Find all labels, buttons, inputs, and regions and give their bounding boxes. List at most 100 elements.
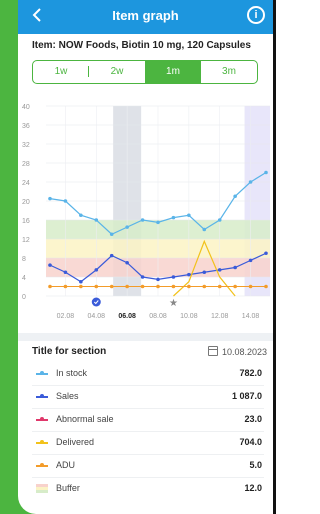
series-point [79, 284, 83, 289]
period-tabs: 1w 2w 1m 3m [32, 60, 258, 84]
y-tick-label: 4 [22, 275, 26, 282]
row-divider [32, 477, 264, 478]
legend-value: 704.0 [239, 437, 262, 447]
series-point [171, 215, 176, 220]
legend-dot [40, 394, 44, 398]
row-divider [32, 431, 264, 432]
y-tick-label: 12 [22, 237, 30, 244]
star-marker: ★ [169, 298, 178, 309]
series-point [187, 213, 191, 218]
tab-label: 3m [222, 66, 236, 77]
series-point [264, 170, 268, 175]
tab-1m[interactable]: 1m [145, 61, 201, 83]
x-tick-label: 10.08 [180, 313, 198, 320]
y-tick-label: 36 [22, 123, 30, 130]
series-point [109, 232, 114, 237]
series-point [264, 284, 268, 289]
tab-2w[interactable]: 2w [89, 61, 145, 83]
series-point [63, 284, 68, 289]
series-point [187, 272, 191, 277]
legend-label: Delivered [56, 437, 95, 447]
series-point [233, 284, 237, 289]
legend-value: 782.0 [239, 368, 262, 378]
series-point [171, 275, 176, 279]
section-title: Title for section [32, 346, 107, 357]
y-tick-label: 28 [22, 161, 30, 168]
legend-dot [40, 463, 44, 467]
series-point [187, 284, 191, 289]
series-point [48, 196, 52, 201]
series-point [94, 218, 99, 222]
legend-row-adu: ADU 5.0 [32, 458, 262, 474]
x-tick-label: 06.08 [118, 313, 136, 320]
series-point [233, 194, 237, 199]
tab-label: 1w [54, 66, 68, 77]
series-point [48, 284, 52, 289]
calendar-icon [207, 346, 218, 356]
series-point [94, 284, 99, 289]
y-tick-label: 24 [22, 180, 30, 187]
x-tick-label: 14.08 [242, 313, 260, 320]
section-date-text: 10.08.2023 [221, 347, 267, 357]
legend-dot [40, 417, 44, 421]
row-divider [32, 385, 264, 386]
series-point [217, 284, 222, 289]
series-point [140, 275, 145, 279]
y-tick-label: 20 [22, 199, 30, 206]
x-tick-label: 12.08 [211, 313, 229, 320]
sales-line-icon [36, 394, 48, 398]
series-point [156, 220, 160, 225]
series-point [109, 284, 114, 289]
x-tick-label: 08.08 [149, 313, 167, 320]
series-point [156, 284, 160, 289]
legend-row-buffer: Buffer 12.0 [32, 481, 262, 497]
legend-row-abnormal-sale: Abnormal sale 23.0 [32, 412, 262, 428]
in-stock-line-icon [36, 371, 48, 375]
row-divider [32, 454, 264, 455]
y-tick-label: 16 [22, 218, 30, 225]
section-date[interactable]: 10.08.2023 [207, 346, 267, 357]
series-point [125, 225, 129, 229]
abnormal-sale-line-icon [36, 417, 48, 421]
blue-check-marker [91, 297, 101, 307]
legend-label: Sales [56, 391, 79, 401]
legend-value: 1 087.0 [231, 391, 262, 401]
item-title: Item: NOW Foods, Biotin 10 mg, 120 Capsu… [32, 40, 251, 51]
legend-label: ADU [56, 460, 76, 470]
series-point [125, 284, 129, 289]
series-point [109, 253, 114, 258]
legend-row-delivered: Delivered 704.0 [32, 435, 262, 451]
series-point [264, 251, 268, 256]
section-divider [18, 333, 273, 341]
series-point [202, 270, 207, 275]
series-point [217, 268, 222, 272]
x-tick-label: 02.08 [57, 313, 75, 320]
legend-row-sales: Sales 1 087.0 [32, 389, 262, 405]
series-point [63, 270, 68, 275]
x-tick-label: 04.08 [88, 313, 106, 320]
series-point [233, 265, 237, 270]
legend-label: Buffer [56, 483, 80, 493]
tab-3m[interactable]: 3m [201, 61, 257, 83]
item-graph-chart[interactable]: 0 4 8 12 16 20 24 28 32 36 40 02.08 04.08 06.08 08.08 1… [18, 96, 273, 328]
app-bar: Item graph i [18, 0, 273, 34]
info-icon[interactable]: i [247, 6, 265, 24]
series-point [202, 284, 207, 289]
series-point [48, 263, 52, 267]
series-point [63, 199, 68, 203]
series-point [79, 213, 83, 218]
y-tick-label: 0 [22, 294, 26, 301]
legend-label: In stock [56, 368, 88, 378]
row-divider [32, 408, 264, 409]
page-title: Item graph [112, 8, 179, 23]
adu-line-icon [36, 463, 48, 467]
tab-1w[interactable]: 1w [33, 61, 89, 83]
y-tick-label: 40 [22, 104, 30, 111]
y-tick-label: 8 [22, 256, 26, 263]
series-point [125, 260, 129, 265]
legend-label: Abnormal sale [56, 414, 114, 424]
series-point [248, 258, 253, 263]
series-point [171, 284, 176, 289]
series-point [248, 284, 253, 289]
series-point [217, 218, 222, 222]
